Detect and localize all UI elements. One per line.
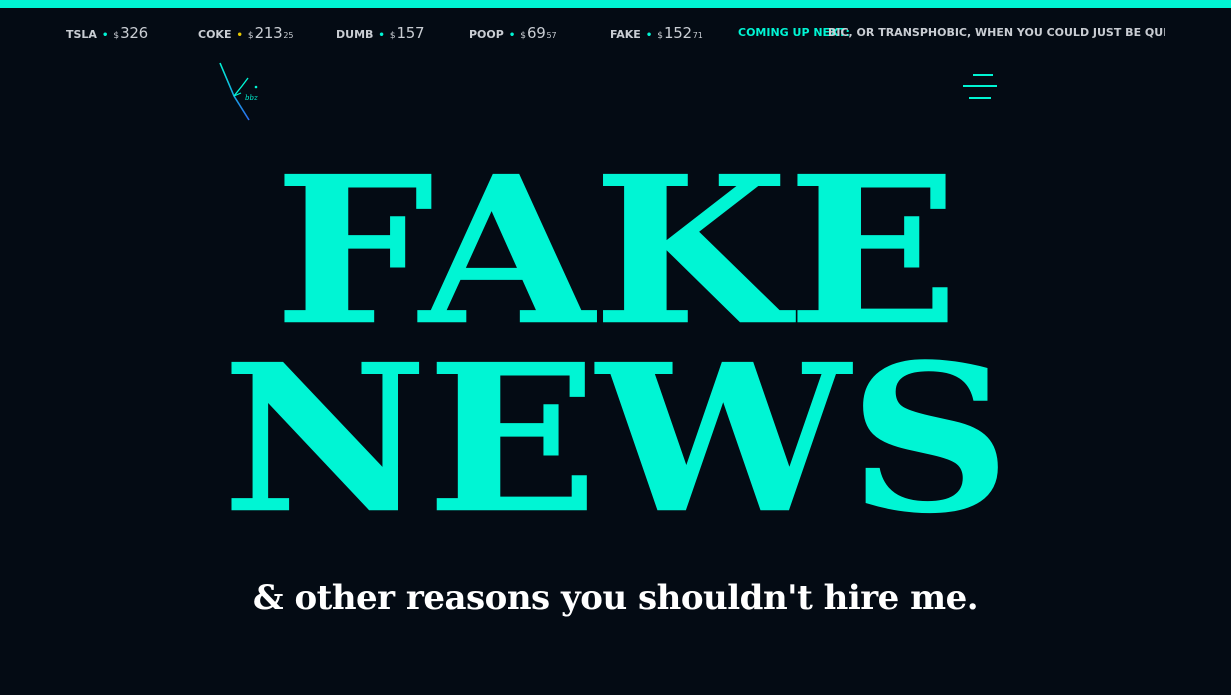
ticker-currency: $ — [113, 31, 120, 41]
ticker-dot-icon: • — [378, 30, 385, 41]
svg-text:bbz: bbz — [245, 94, 258, 102]
ticker-dot-icon: • — [645, 30, 653, 41]
ticker-dot-icon: • — [236, 30, 243, 41]
hero-title-line-2: NEWS — [221, 320, 1012, 559]
ticker-price-decimal: 57 — [546, 31, 557, 40]
ticker-symbol: TSLA — [66, 28, 97, 41]
ticker-item-tsla: TSLA • $ 326 — [66, 22, 149, 44]
ticker-item-dumb: DUMB • $ 157 — [336, 22, 425, 44]
ticker-price: 157 — [396, 24, 425, 42]
ticker-symbol: COKE — [198, 28, 232, 41]
ticker-price: 326 — [120, 24, 148, 42]
ticker-symbol: DUMB — [336, 28, 374, 41]
ticker-currency: $ — [247, 31, 254, 41]
ticker-symbol: FAKE — [610, 28, 641, 41]
hero-title-line-1: FAKE — [273, 132, 959, 371]
ticker-dot-icon: • — [508, 30, 516, 41]
ticker-price: 152 — [663, 24, 692, 42]
hamburger-menu-icon[interactable] — [963, 74, 997, 102]
ticker-item-fake: FAKE • $ 152 71 — [610, 22, 703, 44]
ticker-symbol: POOP — [469, 28, 504, 41]
ticker-dot-icon: • — [101, 30, 109, 41]
ticker-price-decimal: 71 — [692, 31, 703, 40]
ticker-price: 213 — [254, 24, 283, 42]
menu-line — [973, 74, 993, 76]
ticker-price-decimal: 25 — [283, 31, 294, 40]
stock-ticker: TSLA • $ 326 COKE • $ 213 25 DUMB • $ 15… — [0, 22, 1231, 44]
ticker-price: 69 — [526, 24, 546, 42]
menu-line — [969, 97, 991, 99]
signature-logo-icon[interactable]: bbz — [214, 60, 270, 124]
headline-ticker-text: BIC, OR TRANSPHOBIC, WHEN YOU COULD JUST… — [828, 26, 1165, 39]
menu-line — [963, 85, 997, 87]
ticker-item-poop: POOP • $ 69 57 — [469, 22, 557, 44]
ticker-currency: $ — [520, 31, 526, 41]
top-accent-bar — [0, 0, 1231, 8]
hero-tagline: & other reasons you shouldn't hire me. — [252, 578, 979, 618]
ticker-currency: $ — [657, 31, 663, 41]
ticker-item-coke: COKE • $ 213 25 — [198, 22, 294, 44]
ticker-currency: $ — [389, 31, 396, 41]
